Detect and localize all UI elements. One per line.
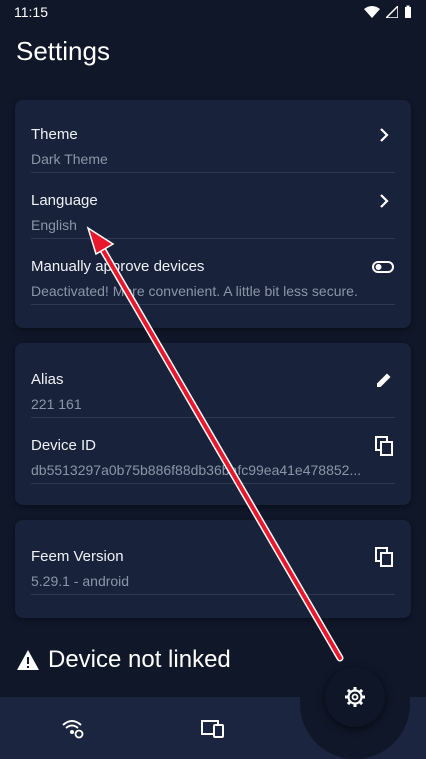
version-setting: Feem Version 5.29.1 - android: [31, 528, 395, 595]
wifi-status-icon: [364, 6, 380, 18]
nav-wifi-settings[interactable]: [60, 715, 86, 741]
version-card: Feem Version 5.29.1 - android: [15, 520, 411, 618]
toggle-off-icon[interactable]: [371, 256, 395, 278]
status-time: 11:15: [14, 4, 48, 20]
device-id-label: Device ID: [31, 437, 97, 454]
alias-label: Alias: [31, 371, 64, 388]
page-title: Settings: [16, 36, 110, 66]
language-setting[interactable]: Language English: [31, 172, 395, 239]
chevron-right-icon: [373, 190, 395, 212]
approve-devices-label: Manually approve devices: [31, 258, 205, 275]
pencil-icon[interactable]: [373, 369, 395, 391]
copy-icon[interactable]: [373, 546, 395, 568]
device-not-linked-alert: Device not linked: [16, 646, 231, 674]
version-value: 5.29.1 - android: [31, 573, 130, 589]
language-label: Language: [31, 192, 98, 209]
copy-icon[interactable]: [373, 435, 395, 457]
alias-setting[interactable]: Alias 221 161: [31, 351, 395, 418]
device-not-linked-text: Device not linked: [48, 646, 231, 673]
gear-icon: [345, 687, 365, 707]
signal-icon: [386, 6, 398, 18]
battery-icon: [405, 5, 411, 18]
device-id-setting: Device ID db5513297a0b75b886f88db36bafc9…: [31, 417, 395, 484]
version-label: Feem Version: [31, 548, 124, 565]
theme-value: Dark Theme: [31, 151, 108, 167]
device-id-value: db5513297a0b75b886f88db36bafc99ea41e4788…: [31, 462, 362, 478]
theme-label: Theme: [31, 126, 78, 143]
nav-devices[interactable]: [200, 715, 226, 741]
theme-setting[interactable]: Theme Dark Theme: [31, 106, 395, 173]
device-card: Alias 221 161 Device ID db5513297a0b75b8…: [15, 343, 411, 505]
wifi-settings-icon: [62, 720, 84, 739]
general-settings-card: Theme Dark Theme Language English Manual…: [15, 100, 411, 328]
status-icons: [364, 5, 412, 19]
alias-value: 221 161: [31, 396, 82, 412]
settings-fab[interactable]: [325, 667, 385, 727]
language-value: English: [31, 217, 77, 233]
warning-icon: [17, 650, 39, 670]
devices-icon: [201, 720, 224, 738]
approve-devices-setting[interactable]: Manually approve devices Deactivated! Mo…: [31, 238, 395, 305]
status-bar: 11:15: [0, 0, 426, 24]
approve-devices-value: Deactivated! More convenient. A little b…: [31, 283, 358, 299]
chevron-right-icon: [373, 124, 395, 146]
